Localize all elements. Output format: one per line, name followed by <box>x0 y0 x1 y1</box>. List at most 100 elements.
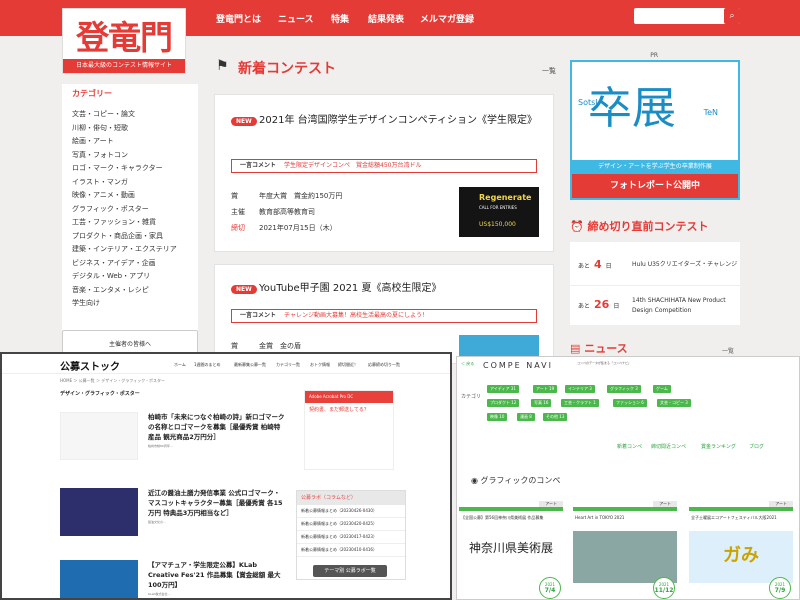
site-logo[interactable]: 登竜門 日本最大級のコンテスト情報サイト <box>62 8 186 74</box>
category-item[interactable]: 絵画・アート <box>72 135 198 149</box>
koubo-nav[interactable]: カテゴリ一覧 <box>276 362 300 368</box>
category-item[interactable]: イラスト・マンガ <box>72 176 198 190</box>
search-icon[interactable]: ⌕ <box>724 8 740 24</box>
contest-card[interactable]: NEW 2021年 台湾国際学生デザインコンペティション《学生限定》 一言コメン… <box>214 94 554 252</box>
more-link[interactable]: 一覧 <box>542 66 556 76</box>
koubo-nav[interactable]: 締切間近！ <box>338 362 358 368</box>
sotsuten-ad[interactable]: PR 卒展 SotsU TeN デザイン・アートを学ぶ学生の卒業制作展 フォトレ… <box>570 52 740 200</box>
koubo-nav[interactable]: 最新募集公募一覧 <box>234 362 266 368</box>
cat-chip[interactable]: グラフィック 3 <box>607 385 641 393</box>
days-pre: あと <box>578 263 591 270</box>
deadline-item[interactable]: あと 4 日 Hulu U35クリエイターズ・チャレンジ <box>570 242 740 286</box>
compe-card[interactable]: アート Heart Art in TOKYO 2021 2021 11/12 <box>573 501 677 599</box>
comment-bar: 一言コメント 学生限定デザインコンペ 賞金総額450万台湾ドル <box>231 159 537 173</box>
category-item[interactable]: 川柳・俳句・短歌 <box>72 122 198 136</box>
acrobat-ad[interactable]: Adobe Acrobat Pro DC 契約書、まだ郵送してる？ <box>304 390 394 470</box>
lab-list-button[interactable]: テーマ別 公募ラボ一覧 <box>313 565 387 577</box>
card-title[interactable]: 【全国公募】第56回神奈川県美術展 作品募集 <box>459 511 563 527</box>
koubo-item[interactable]: 柏崎市「未来につなぐ柏崎の詩」新ロゴマークの名称とロゴマークを募集［最優秀賞 柏… <box>60 412 286 466</box>
days-unit: 日 <box>613 303 620 310</box>
category-item[interactable]: グラフィック・ポスター <box>72 203 198 217</box>
nav-results[interactable]: 結果発表 <box>368 12 404 25</box>
nav-newsletter[interactable]: メルマガ登録 <box>420 12 474 25</box>
nav-about[interactable]: 登竜門とは <box>216 12 261 25</box>
category-item[interactable]: 映像・アニメ・動画 <box>72 189 198 203</box>
cat-chip[interactable]: 漫画 8 <box>517 413 535 421</box>
days-left: あと 26 日 <box>578 298 619 311</box>
card-date: 2021 7/4 <box>539 577 561 599</box>
compe-nav[interactable]: 賞金ランキング <box>701 443 736 450</box>
koubo-item[interactable]: 【アマチュア・学生限定公募】KLab Creative Fes'21 作品募集【… <box>60 560 286 598</box>
comment-text: 学生限定デザインコンペ 賞金総額450万台湾ドル <box>284 162 422 169</box>
news-more-link[interactable]: 一覧 <box>722 346 734 355</box>
category-item[interactable]: ロゴ・マーク・キャラクター <box>72 162 198 176</box>
compe-logo[interactable]: COMPE NAVI <box>483 361 553 370</box>
date-day: 7/9 <box>774 587 786 594</box>
contest-title[interactable]: 2021年 台湾国際学生デザインコンペティション《学生限定》 <box>259 113 545 128</box>
koubo-item[interactable]: 近江の醤油土膳力発信事業 公式ロゴマーク・マスコットキャラクター募集［最優秀賞 … <box>60 488 286 542</box>
cat-chip[interactable]: アート 19 <box>533 385 558 393</box>
category-item[interactable]: 音楽・エンタメ・レシピ <box>72 284 198 298</box>
cat-chip[interactable]: 写真 16 <box>531 399 552 407</box>
nav-feature[interactable]: 特集 <box>331 12 349 25</box>
item-desc: 醤油文化の… <box>148 520 167 524</box>
cat-chip[interactable]: プロダクト 12 <box>487 399 520 407</box>
lab-row[interactable]: 新着公募情報まとめ（20230420-0425） <box>297 518 405 531</box>
comment-label: 一言コメント <box>240 312 277 319</box>
category-item[interactable]: 文芸・コピー・論文 <box>72 108 198 122</box>
new-badge: NEW <box>231 285 257 294</box>
compe-nav[interactable]: 新着コンペ <box>617 443 642 450</box>
category-item[interactable]: 学生向け <box>72 297 198 311</box>
category-item[interactable]: デジタル・Web・アプリ <box>72 270 198 284</box>
nav-news[interactable]: ニュース <box>278 12 314 25</box>
cat-chip[interactable]: 映像 10 <box>487 413 508 421</box>
row-key: 賞 <box>231 192 238 200</box>
item-title[interactable]: 近江の醤油土膳力発信事業 公式ロゴマーク・マスコットキャラクター募集［最優秀賞 … <box>148 488 286 518</box>
search-input[interactable]: ⌕ <box>634 8 740 24</box>
logo-tagline: 日本最大級のコンテスト情報サイト <box>63 59 185 73</box>
lab-row[interactable]: 新着公募情報まとめ（20230410-0416） <box>297 544 405 557</box>
category-item[interactable]: プロダクト・商品企画・家具 <box>72 230 198 244</box>
category-sidebar: カテゴリー 文芸・コピー・論文 川柳・俳句・短歌 絵画・アート 写真・フォトコン… <box>62 84 198 334</box>
lab-row[interactable]: 新着公募情報まとめ（20230417-0423） <box>297 531 405 544</box>
cat-chip[interactable]: 文芸・コピー 3 <box>657 399 691 407</box>
compe-nav[interactable]: 締切間近コンペ <box>651 443 686 450</box>
koubo-nav[interactable]: ホーム <box>174 362 186 368</box>
cat-chip[interactable]: ゲーム <box>653 385 671 393</box>
compe-nav[interactable]: ブログ <box>749 443 764 450</box>
back-link[interactable]: ＜ 戻る <box>461 361 474 367</box>
cat-chip[interactable]: アイディア 31 <box>487 385 519 393</box>
contest-card[interactable]: NEW YouTube甲子園 2021 夏《高校生限定》 一言コメント チャレンジ… <box>214 264 554 364</box>
category-item[interactable]: 建築・インテリア・エクステリア <box>72 243 198 257</box>
new-badge: NEW <box>231 117 257 126</box>
cat-chip[interactable]: その他 13 <box>543 413 568 421</box>
category-item[interactable]: 写真・フォトコン <box>72 149 198 163</box>
card-title[interactable]: 全子土曜展エコアートフェスティバル大阪2021 <box>689 511 793 527</box>
category-item[interactable]: ビジネス・アイデア・企画 <box>72 257 198 271</box>
contest-title[interactable]: YouTube甲子園 2021 夏《高校生限定》 <box>259 281 545 296</box>
koubo-nav[interactable]: おトク情報 <box>310 362 330 368</box>
section-title: 新着コンテスト <box>238 61 336 77</box>
lab-row[interactable]: 新着公募情報まとめ（20230426-0430） <box>297 505 405 518</box>
cat-chip[interactable]: インテリア 3 <box>565 385 595 393</box>
koubo-category-heading: デザイン・グラフィック・ポスター <box>60 391 140 397</box>
cat-chip[interactable]: 工芸・クラフト 1 <box>561 399 599 407</box>
compe-card[interactable]: アート 全子土曜展エコアートフェスティバル大阪2021 ガみ 2021 7/9 <box>689 501 793 599</box>
contest-thumbnail[interactable]: Regenerate CALL FOR ENTRIES US$150,000 <box>459 187 539 237</box>
deadline-item[interactable]: あと 26 日 14th SHACHIHATA New Product Design… <box>570 286 740 326</box>
compe-card[interactable]: アート 【全国公募】第56回神奈川県美術展 作品募集 神奈川県美術展 2021 7… <box>459 501 563 599</box>
thumb-sub: CALL FOR ENTRIES <box>479 205 517 210</box>
new-contests-section: ⚑ 新着コンテスト 一覧 <box>216 58 556 78</box>
cat-chip[interactable]: ファッション 6 <box>613 399 647 407</box>
days-number: 4 <box>594 258 602 271</box>
category-item[interactable]: 工芸・ファッション・雑貨 <box>72 216 198 230</box>
koubo-nav[interactable]: 応募締め切り一覧 <box>368 362 400 368</box>
koubo-logo[interactable]: 公募ストック <box>60 358 120 373</box>
item-title[interactable]: 【アマチュア・学生限定公募】KLab Creative Fes'21 作品募集【… <box>148 560 286 590</box>
item-image <box>60 488 138 536</box>
card-date: 2021 11/12 <box>653 577 675 599</box>
koubo-nav[interactable]: 1週間のまとめ <box>194 362 221 368</box>
card-title[interactable]: Heart Art in TOKYO 2021 <box>573 511 677 527</box>
item-title[interactable]: 柏崎市「未来につなぐ柏崎の詩」新ロゴマークの名称とロゴマークを募集［最優秀賞 柏… <box>148 412 286 442</box>
breadcrumb: HOME ＞ 公募一覧 ＞ デザイン・グラフィック・ポスター <box>60 378 166 383</box>
